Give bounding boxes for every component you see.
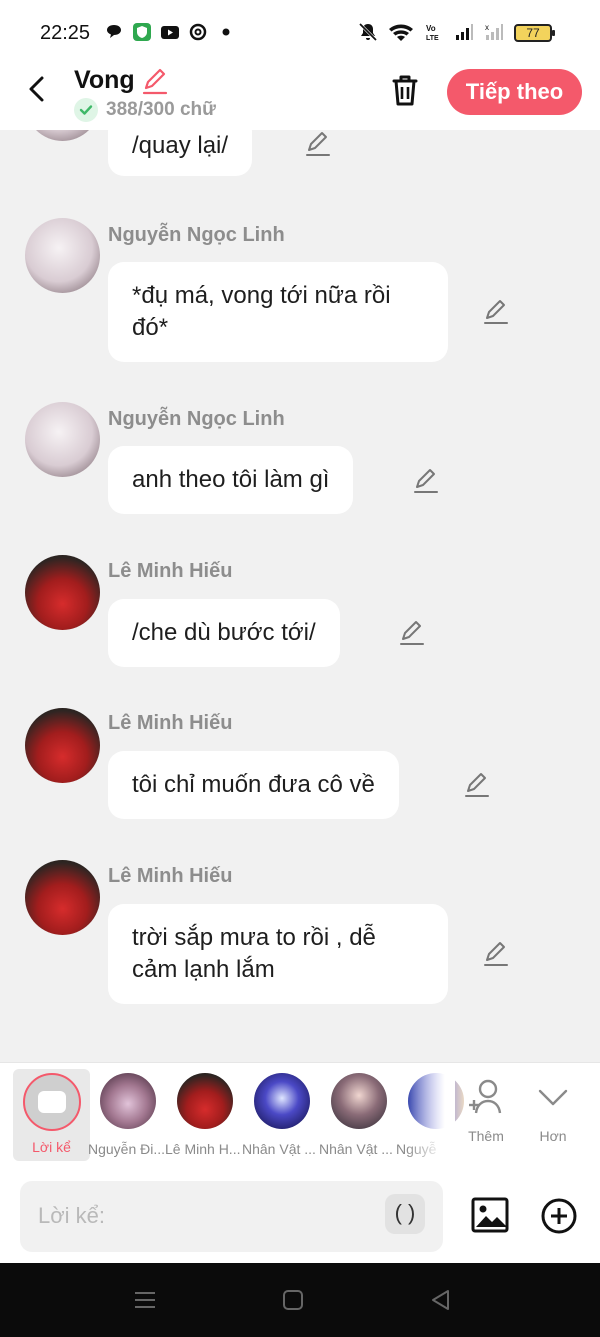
message-bubble[interactable]: anh theo tôi làm gì [108, 446, 354, 514]
message-text: anh theo tôi làm gì [132, 466, 330, 493]
add-icon[interactable] [540, 1197, 578, 1235]
edit-title-icon[interactable] [140, 66, 170, 96]
word-count-label: 388/300 chữ [106, 99, 216, 120]
edit-pencil-icon[interactable] [463, 771, 491, 799]
message-bubble[interactable]: *đụ má, vong tới nữa rồi đó* [108, 262, 448, 362]
message-text: /che dù bước tới/ [132, 619, 316, 646]
check-icon [74, 98, 98, 122]
speaker-name: Nguyễn Ngọc Linh [108, 408, 285, 430]
chevron-down-icon [538, 1089, 568, 1106]
app-header: Vong 388/300 chữ Tiếp theo [0, 64, 600, 130]
message-text: /quay lại/ [132, 132, 229, 159]
message-text: tôi chỉ muốn đưa cô về [132, 771, 375, 798]
input-bar: Lời kể: ( ) [0, 1170, 600, 1263]
chat-list[interactable]: /quay lại/ Nguyễn Ngọc Linh *đụ má, vong… [0, 130, 600, 1062]
edit-pencil-icon[interactable] [398, 619, 426, 647]
youtube-icon [161, 26, 179, 39]
volte-icon: Vo LTE [426, 24, 439, 42]
word-count: 388/300 chữ [74, 98, 216, 122]
status-bar: 22:25 Vo LTE x 77 [0, 0, 600, 64]
parenthesis-button[interactable]: ( ) [385, 1194, 425, 1234]
message-bubble[interactable]: /che dù bước tới/ [108, 599, 340, 667]
speaker-name: Nguyễn Ngọc Linh [108, 224, 285, 246]
status-time: 22:25 [40, 22, 91, 44]
next-button[interactable]: Tiếp theo [447, 69, 582, 115]
signal-icon [456, 24, 473, 40]
back-arrow-icon[interactable] [22, 74, 52, 104]
speaker-avatar[interactable] [25, 130, 100, 141]
svg-text:x: x [485, 23, 489, 32]
speaker-avatar[interactable] [25, 708, 100, 783]
speaker-name: Lê Minh Hiếu [108, 865, 233, 887]
more-characters-button[interactable]: Hơn [523, 1077, 583, 1144]
svg-text:LTE: LTE [426, 35, 439, 42]
speaker-avatar[interactable] [25, 402, 100, 477]
trash-icon[interactable] [388, 72, 422, 108]
character-avatar[interactable] [177, 1073, 233, 1129]
add-character-button[interactable]: Thêm [456, 1077, 516, 1144]
character-avatar[interactable] [254, 1073, 310, 1129]
speaker-avatar[interactable] [25, 860, 100, 935]
chat-bubble-icon [107, 25, 121, 38]
character-label: Nguyễn Đi... [88, 1141, 166, 1157]
add-person-icon [469, 1079, 502, 1114]
message-text: trời sắp mưa to rồi , dễ cảm lạnh lắm [132, 924, 376, 983]
input-placeholder: Lời kể: [38, 1203, 106, 1228]
edit-pencil-icon[interactable] [482, 940, 510, 968]
character-label: Lê Minh H... [165, 1141, 241, 1157]
story-title: Vong [74, 66, 135, 94]
recent-apps-icon[interactable] [132, 1287, 158, 1313]
message-bubble[interactable]: tôi chỉ muốn đưa cô về [108, 751, 399, 819]
mute-icon [358, 22, 378, 42]
message-bubble[interactable]: trời sắp mưa to rồi , dễ cảm lạnh lắm [108, 904, 448, 1004]
character-strip: Lời kể Nguyễn Đi... Lê Minh H... Nhân Vậ… [0, 1062, 600, 1170]
edit-pencil-icon[interactable] [412, 467, 440, 495]
speaker-avatar[interactable] [25, 555, 100, 630]
add-character-label: Thêm [468, 1128, 504, 1144]
signal-icon: x [485, 23, 503, 40]
battery-indicator: 77 [514, 24, 555, 42]
shield-app-icon [133, 23, 151, 41]
character-label: Nhân Vật ... [242, 1141, 316, 1157]
narrator-label: Lời kể [32, 1139, 71, 1155]
threads-icon [189, 23, 207, 41]
speaker-name: Lê Minh Hiếu [108, 560, 233, 582]
svg-text:Vo: Vo [426, 24, 436, 33]
image-icon[interactable] [470, 1195, 510, 1235]
edit-pencil-icon[interactable] [482, 298, 510, 326]
dot-icon [222, 28, 230, 36]
message-input[interactable]: Lời kể: ( ) [20, 1181, 443, 1252]
message-text: *đụ má, vong tới nữa rồi đó* [132, 282, 391, 341]
wifi-icon [389, 24, 413, 41]
character-label: Nhân Vật ... [319, 1141, 393, 1157]
back-nav-icon[interactable] [428, 1287, 454, 1313]
narrator-icon [23, 1073, 81, 1131]
speaker-name: Lê Minh Hiếu [108, 712, 233, 734]
character-avatar[interactable] [331, 1073, 387, 1129]
more-label: Hơn [539, 1128, 567, 1144]
speaker-avatar[interactable] [25, 218, 100, 293]
character-avatar[interactable] [100, 1073, 156, 1129]
message-bubble[interactable]: /quay lại/ [108, 130, 253, 176]
narrator-selector[interactable]: Lời kể [13, 1069, 90, 1161]
system-nav-bar [0, 1263, 600, 1337]
home-icon[interactable] [280, 1287, 306, 1313]
edit-pencil-icon[interactable] [304, 130, 332, 158]
